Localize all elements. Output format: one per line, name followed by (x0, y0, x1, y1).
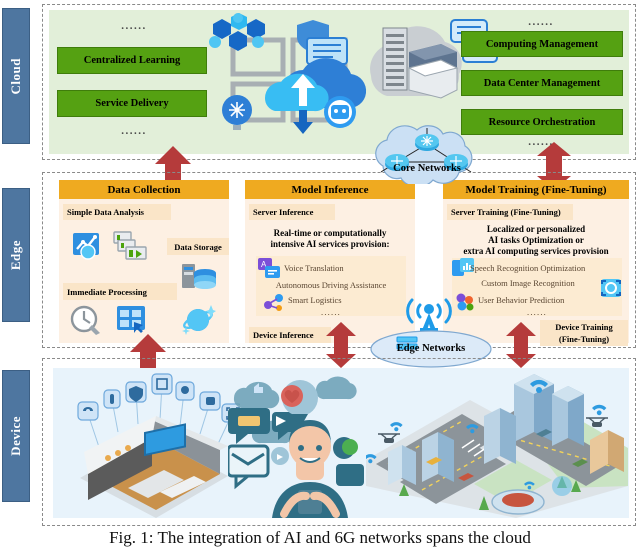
cloud-box-centralized-learning[interactable]: Centralized Learning (57, 47, 207, 74)
layer-tab-edge: Edge (2, 188, 30, 322)
tag-device-inference: Device Inference (249, 327, 331, 343)
service-speech-recognition: Speech Recognition Optimization (470, 263, 586, 273)
ai-brain-bulb-icon (222, 95, 252, 130)
core-networks-cloud (375, 125, 473, 184)
edge-networks-label: Edge Networks (396, 343, 466, 354)
cloud-box-data-center-management[interactable]: Data Center Management (461, 70, 623, 96)
layer-tab-edge-label: Edge (8, 239, 23, 271)
globe-network-icon (182, 305, 216, 335)
layer-tab-cloud-label: Cloud (8, 57, 23, 95)
tag-simple-data-analysis: Simple Data Analysis (63, 204, 171, 220)
layer-tab-cloud: Cloud (2, 8, 30, 144)
cloud-network-icon (209, 13, 265, 51)
dashboard-grid-icon (117, 306, 145, 333)
cloud-dots-bottom-left: ...... (121, 125, 147, 137)
tag-device-training-line2: (Fine-Tuning) (558, 334, 610, 344)
database-server-icon (182, 264, 216, 289)
cloud-dots-top-right: ...... (528, 16, 554, 28)
service-user-behavior-prediction: User Behavior Prediction (478, 295, 565, 305)
layer-tab-device: Device (2, 370, 30, 502)
bot-icon (324, 96, 356, 128)
service-smart-logistics: Smart Logistics (288, 295, 342, 305)
edge-column-title-data-collection: Data Collection (59, 180, 229, 199)
smart-home-isometric-icon (77, 373, 240, 518)
cloud-dots-top-left: ...... (121, 20, 147, 32)
tag-device-training-line1: Device Training (555, 322, 613, 332)
core-networks-label: Core Networks (393, 163, 461, 174)
voice-translation-icon: A (258, 258, 280, 278)
layer-tab-device-label: Device (8, 416, 23, 456)
social-user-smartphone-icon (228, 376, 364, 518)
model-training-service-dots: ...... (527, 307, 547, 317)
tag-server-inference: Server Inference (249, 204, 335, 220)
cloud-panel: ...... Centralized Learning Service Deli… (49, 10, 629, 154)
tag-data-storage: Data Storage (167, 238, 229, 255)
model-inference-headline: Real-time or computationally intensive A… (270, 228, 390, 249)
service-autonomous-driving: Autonomous Driving Assistance (275, 280, 387, 290)
smart-city-isometric-icon (366, 374, 628, 518)
line-chart-icon (73, 233, 99, 260)
tag-device-training: Device Training (Fine-Tuning) (540, 320, 628, 346)
figure-caption: Fig. 1: The integration of AI and 6G net… (109, 528, 531, 547)
cloud-box-service-delivery[interactable]: Service Delivery (57, 90, 207, 117)
model-inference-service-dots: ...... (321, 307, 341, 317)
tag-server-training: Server Training (Fine-Tuning) (447, 204, 573, 220)
service-custom-image-recognition: Custom Image Recognition (481, 278, 575, 288)
service-voice-translation: Voice Translation (284, 263, 344, 273)
clock-wrench-icon (70, 305, 100, 335)
model-training-headline: Localized or personalized AI tasks Optim… (463, 224, 609, 256)
cloud-box-computing-management[interactable]: Computing Management (461, 31, 623, 57)
tag-immediate-processing: Immediate Processing (63, 283, 177, 300)
data-flow-icon (113, 231, 147, 260)
server-rack-icon (370, 26, 462, 99)
